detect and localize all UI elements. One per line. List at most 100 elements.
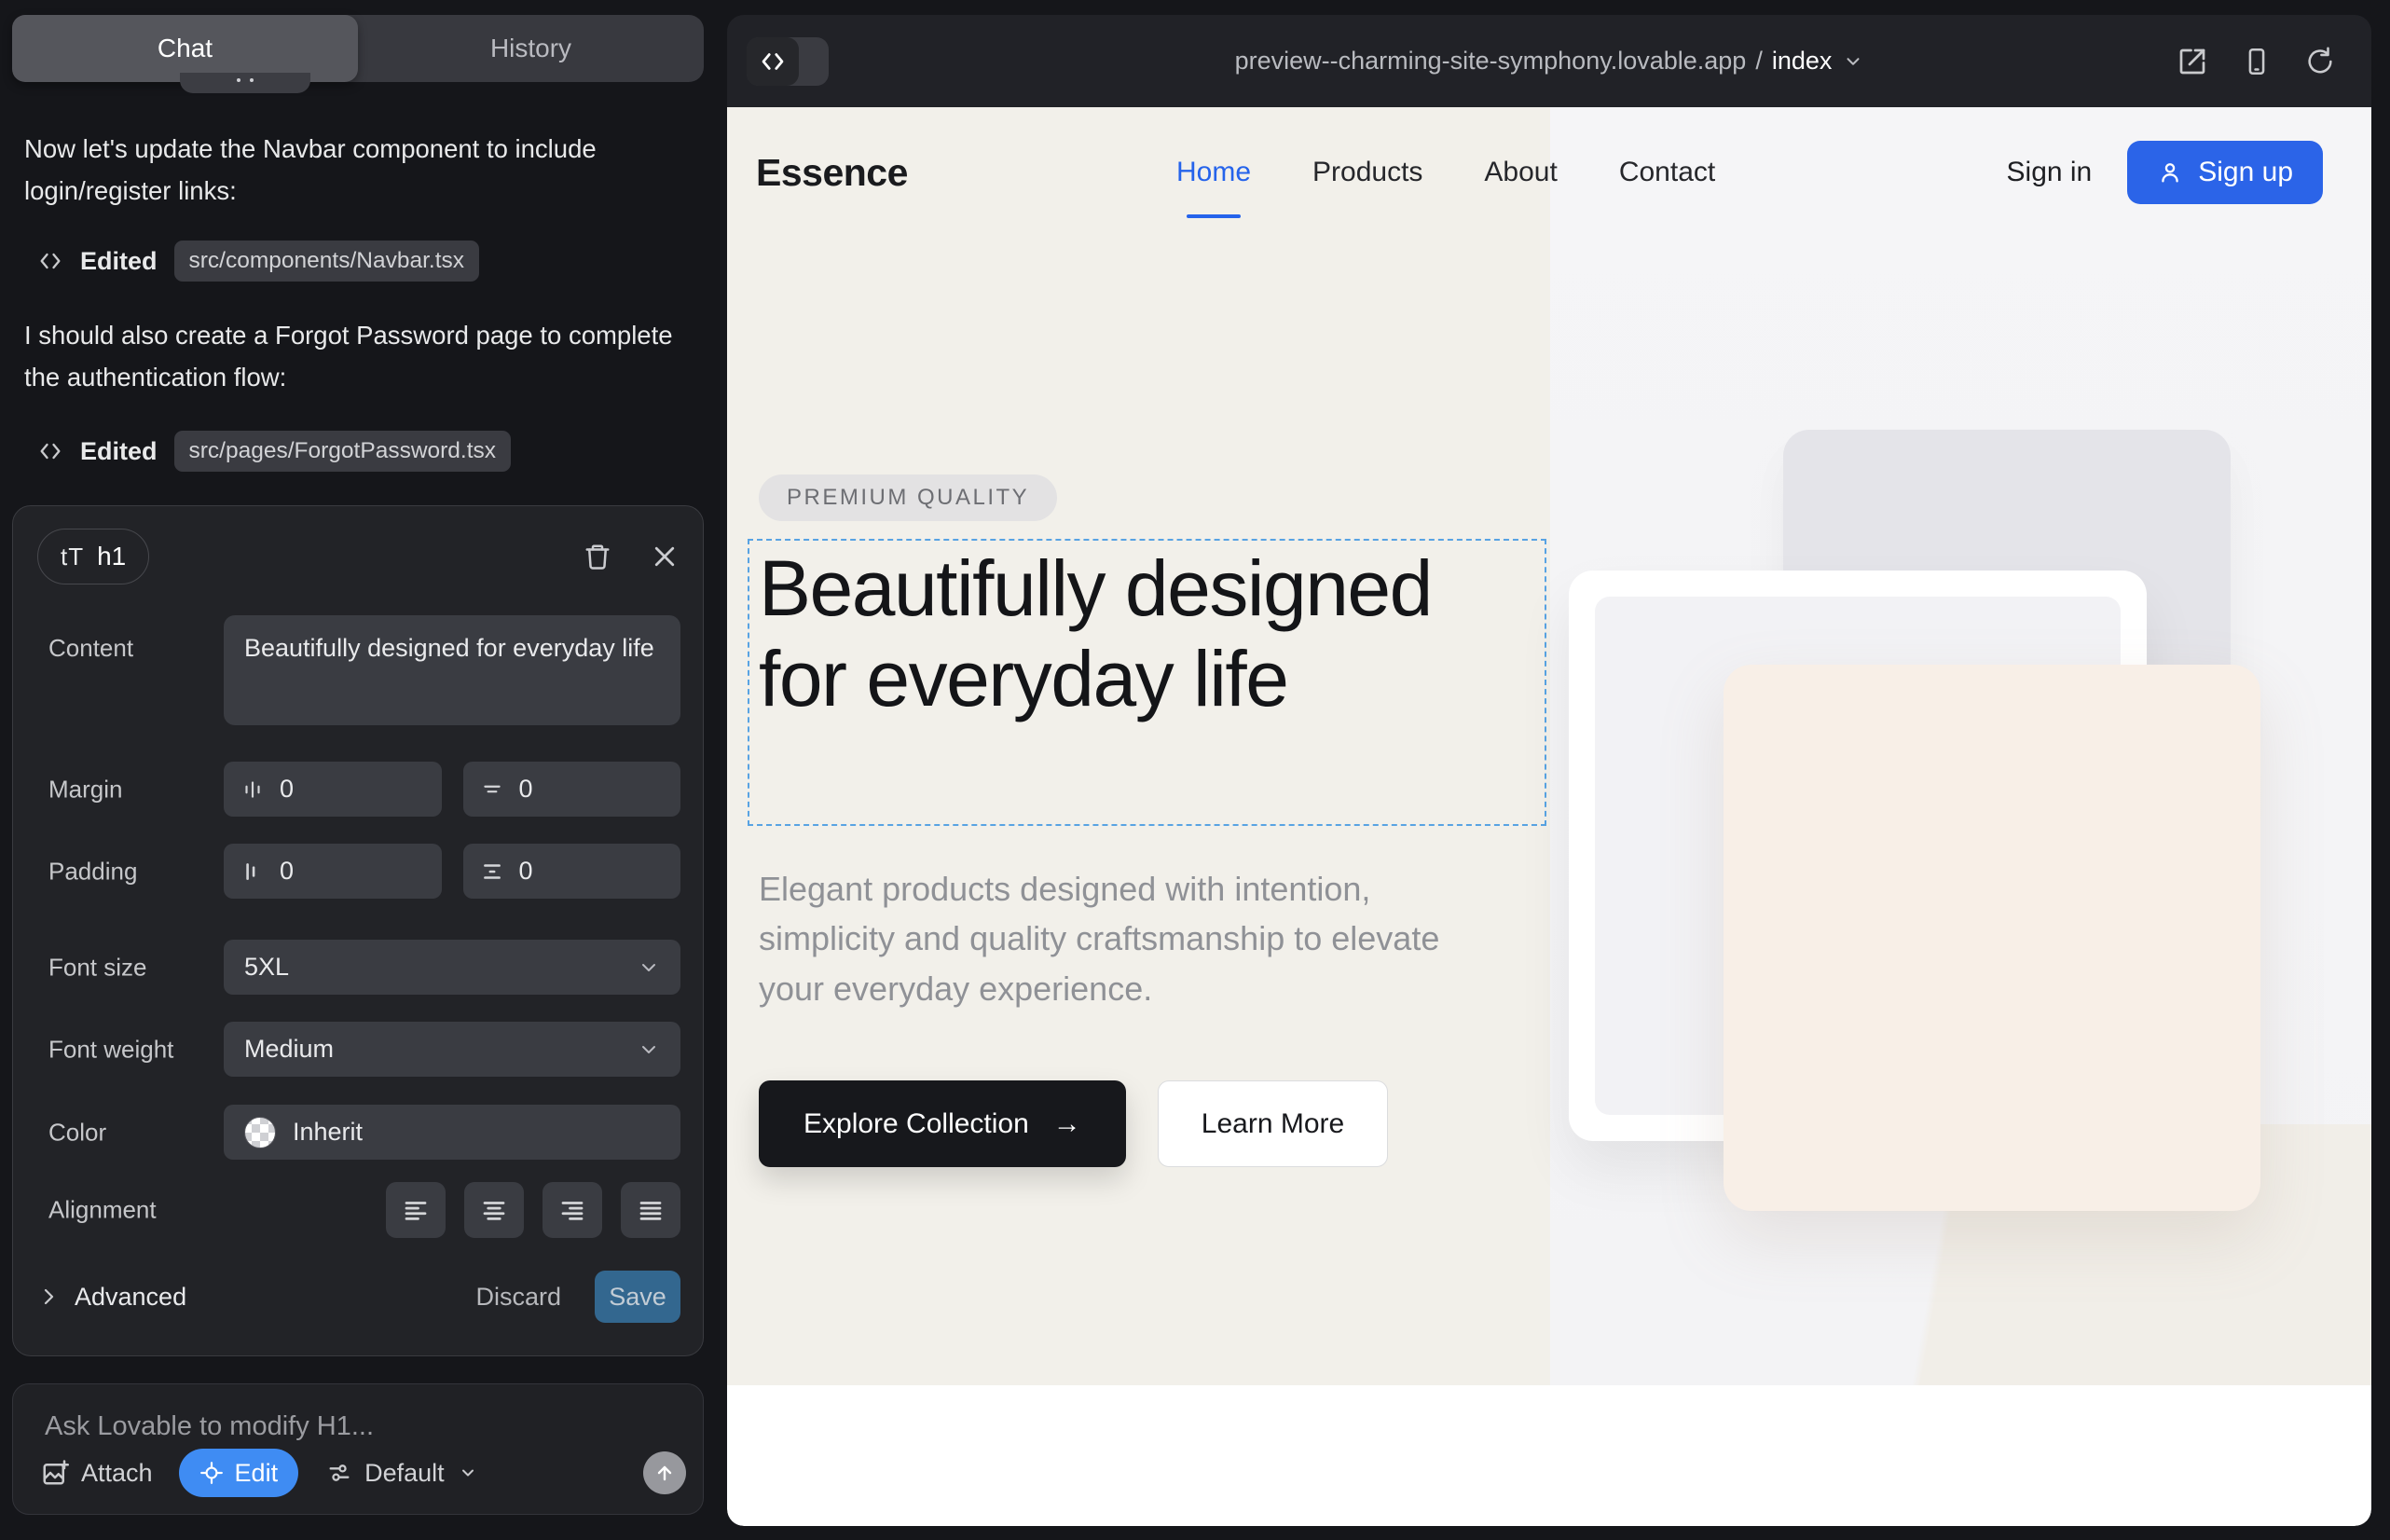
- chat-history-tabbar: Chat History: [12, 15, 704, 82]
- decor-card-beige: [1724, 665, 2260, 1211]
- advanced-toggle[interactable]: Advanced: [37, 1283, 186, 1312]
- preview-browser: preview--charming-site-symphony.lovable.…: [727, 15, 2371, 1526]
- content-row: Content Beautifully designed for everyda…: [37, 615, 680, 725]
- font-size-row: Font size 5XL: [37, 940, 680, 995]
- site-navbar: Essence Home Products About Contact Sign…: [727, 107, 2371, 238]
- chat-message: I should also create a Forgot Password p…: [24, 315, 677, 398]
- alignment-row: Alignment: [37, 1182, 680, 1238]
- save-button[interactable]: Save: [595, 1271, 680, 1323]
- sign-in-link[interactable]: Sign in: [2007, 157, 2093, 188]
- hero-cta-row: Explore Collection → Learn More: [759, 1080, 1388, 1167]
- nav-link-home[interactable]: Home: [1176, 157, 1251, 188]
- align-right-button[interactable]: [543, 1182, 602, 1238]
- color-select[interactable]: Inherit: [224, 1105, 680, 1160]
- code-icon: [37, 248, 63, 274]
- refresh-icon[interactable]: [2304, 46, 2336, 77]
- target-icon: [199, 1461, 224, 1485]
- mobile-view-icon[interactable]: [2241, 46, 2273, 77]
- user-icon: [2157, 159, 2183, 186]
- chat-message: Now let's update the Navbar component to…: [24, 129, 677, 212]
- url-bar[interactable]: preview--charming-site-symphony.lovable.…: [727, 15, 2371, 107]
- editor-header: tT h1: [37, 529, 679, 584]
- align-justify-button[interactable]: [621, 1182, 680, 1238]
- edited-file-row: Edited src/pages/ForgotPassword.tsx: [37, 431, 511, 472]
- arrow-right-icon: →: [1053, 1108, 1081, 1140]
- tab-history[interactable]: History: [358, 15, 704, 82]
- chevron-down-icon: [459, 1464, 477, 1482]
- edit-mode-button[interactable]: Edit: [179, 1449, 299, 1497]
- premium-quality-badge: PREMIUM QUALITY: [759, 474, 1057, 521]
- alignment-label: Alignment: [48, 1196, 157, 1225]
- margin-label: Margin: [48, 775, 122, 804]
- chevron-right-icon: [37, 1286, 60, 1308]
- margin-x-icon: [240, 777, 265, 802]
- sign-up-button[interactable]: Sign up: [2127, 141, 2323, 204]
- url-host: preview--charming-site-symphony.lovable.…: [1235, 47, 1747, 76]
- hero-heading[interactable]: Beautifully designed for everyday life: [759, 543, 1532, 723]
- font-weight-row: Font weight Medium: [37, 1022, 680, 1077]
- color-label: Color: [48, 1118, 106, 1147]
- selected-element-chip[interactable]: tT h1: [37, 529, 149, 584]
- edited-file-chip[interactable]: src/components/Navbar.tsx: [174, 241, 479, 282]
- element-tag-label: h1: [97, 542, 126, 571]
- padding-x-input[interactable]: 0: [224, 844, 442, 899]
- learn-more-button[interactable]: Learn More: [1158, 1080, 1388, 1167]
- padding-y-input[interactable]: 0: [463, 844, 681, 899]
- attach-image-icon: [41, 1459, 69, 1487]
- sliders-icon: [326, 1460, 352, 1486]
- edited-label: Edited: [80, 437, 158, 466]
- color-row: Color Inherit: [37, 1105, 680, 1160]
- chat-composer: Attach Edit Default: [12, 1383, 704, 1515]
- close-icon[interactable]: [651, 543, 679, 571]
- align-center-icon: [480, 1196, 508, 1224]
- edited-label: Edited: [80, 247, 158, 276]
- chevron-down-icon: [638, 1038, 660, 1061]
- padding-y-icon: [480, 859, 504, 884]
- content-input[interactable]: Beautifully designed for everyday life: [224, 615, 680, 725]
- font-size-select[interactable]: 5XL: [224, 940, 680, 995]
- padding-row: Padding 0 0: [37, 844, 680, 899]
- browser-chrome: preview--charming-site-symphony.lovable.…: [727, 15, 2371, 107]
- margin-row: Margin 0 0: [37, 762, 680, 817]
- composer-toolbar: Attach Edit Default: [41, 1447, 686, 1499]
- delete-element-icon[interactable]: [584, 543, 611, 571]
- color-swatch: [244, 1117, 276, 1148]
- discard-button[interactable]: Discard: [475, 1283, 561, 1312]
- composer-input[interactable]: [45, 1407, 671, 1446]
- url-separator: /: [1755, 47, 1763, 76]
- explore-collection-button[interactable]: Explore Collection →: [759, 1080, 1126, 1167]
- margin-y-input[interactable]: 0: [463, 762, 681, 817]
- attach-button[interactable]: Attach: [41, 1459, 153, 1488]
- nav-link-products[interactable]: Products: [1312, 157, 1422, 188]
- auth-actions: Sign in Sign up: [2007, 107, 2323, 238]
- align-center-button[interactable]: [464, 1182, 524, 1238]
- font-size-label: Font size: [48, 953, 147, 982]
- nav-links: Home Products About Contact: [1176, 107, 1715, 238]
- margin-y-icon: [480, 777, 504, 802]
- font-weight-select[interactable]: Medium: [224, 1022, 680, 1077]
- open-external-icon[interactable]: [2176, 45, 2209, 78]
- font-weight-label: Font weight: [48, 1035, 173, 1064]
- edited-file-row: Edited src/components/Navbar.tsx: [37, 241, 479, 282]
- site-logo[interactable]: Essence: [756, 107, 908, 238]
- align-justify-icon: [637, 1196, 665, 1224]
- content-label: Content: [48, 634, 133, 663]
- element-editor-panel: tT h1 Content Beautifully designed for e…: [12, 505, 704, 1356]
- arrow-up-icon: [653, 1462, 676, 1484]
- align-left-icon: [402, 1196, 430, 1224]
- align-right-icon: [558, 1196, 586, 1224]
- chevron-down-icon: [1843, 51, 1863, 72]
- padding-label: Padding: [48, 857, 137, 886]
- scrolled-chip: [180, 73, 310, 93]
- nav-link-contact[interactable]: Contact: [1619, 157, 1715, 188]
- hero-paragraph: Elegant products designed with intention…: [759, 864, 1504, 1013]
- align-left-button[interactable]: [386, 1182, 446, 1238]
- chat-sidebar: Chat History Now let's update the Navbar…: [0, 0, 726, 1540]
- nav-link-about[interactable]: About: [1484, 157, 1557, 188]
- default-mode-button[interactable]: Default: [326, 1459, 477, 1488]
- chrome-actions: [2176, 15, 2336, 107]
- send-button[interactable]: [643, 1451, 686, 1494]
- margin-x-input[interactable]: 0: [224, 762, 442, 817]
- edited-file-chip[interactable]: src/pages/ForgotPassword.tsx: [174, 431, 512, 472]
- chevron-down-icon: [638, 956, 660, 979]
